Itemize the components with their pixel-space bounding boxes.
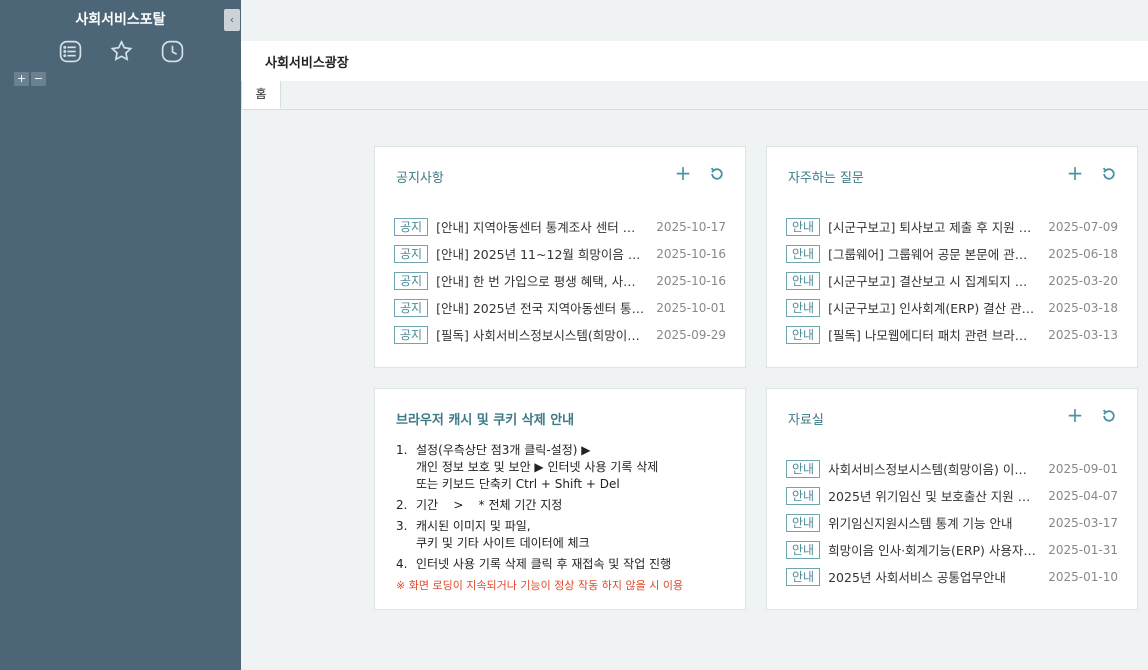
faq-title: 자주하는 질문: [788, 171, 864, 186]
faq-list: 안내 [시군구보고] 퇴사보고 제출 후 지원 관련 문의 2025-07-09 안…: [786, 213, 1118, 348]
notice-badge: 공지: [394, 244, 429, 263]
collapse-all-button[interactable]: −: [31, 72, 46, 86]
library-badge: 안내: [786, 513, 821, 532]
faq-row-title[interactable]: [필독] 나모웹에디터 패치 관련 브라우저 안내: [828, 325, 1048, 344]
notice-add-icon[interactable]: +: [673, 163, 693, 184]
library-title: 자료실: [788, 413, 824, 428]
library-row-title[interactable]: 2025년 사회서비스 공통업무안내: [828, 567, 1048, 586]
library-row-title[interactable]: 희망이음 인사·회계기능(ERP) 사용자 매뉴얼: [828, 540, 1048, 559]
library-row-date: 2025-09-01: [1048, 461, 1118, 476]
notice-row-title[interactable]: [안내] 한 번 가입으로 평생 혜택, 사회서비스 안내: [436, 271, 656, 290]
notice-row-date: 2025-10-17: [656, 219, 726, 234]
notice-row[interactable]: 공지 [안내] 2025년 11~12월 희망이음 교육 일정 안내2025-10…: [394, 240, 726, 267]
faq-row-date: 2025-06-18: [1048, 246, 1118, 261]
faq-row-title[interactable]: [시군구보고] 인사회계(ERP) 결산 관련 문의: [828, 298, 1048, 317]
notice-card: 공지사항 + 공지[안내] 지역아동센터 통계조사 센터 시스템 입력 안내20…: [374, 146, 746, 368]
favorite-star-icon[interactable]: [109, 39, 134, 64]
tree-controls: + −: [14, 72, 46, 86]
library-badge: 안내: [786, 540, 821, 559]
library-row-date: 2025-01-10: [1048, 569, 1118, 584]
faq-row-date: 2025-03-13: [1048, 327, 1118, 342]
faq-row[interactable]: 안내 [필독] 나모웹에디터 패치 관련 브라우저 안내 2025-03-13: [786, 321, 1118, 348]
sidebar-title: 사회서비스포탈: [75, 12, 166, 28]
library-badge: 안내: [786, 567, 821, 586]
faq-row-title[interactable]: [시군구보고] 퇴사보고 제출 후 지원 관련 문의: [828, 217, 1048, 236]
tab-bar: 홈: [241, 81, 1148, 110]
faq-row-title[interactable]: [시군구보고] 결산보고 시 집계되지 않는 경우: [828, 271, 1048, 290]
faq-badge: 안내: [786, 298, 821, 317]
notice-row[interactable]: 공지 [필독] 사회서비스정보시스템(희망이음) 이용 안내2025-09-29: [394, 321, 726, 348]
library-badge: 안내: [786, 459, 821, 478]
library-row-date: 2025-03-17: [1048, 515, 1118, 530]
notice-row-date: 2025-09-29: [656, 327, 726, 342]
library-row-title[interactable]: 2025년 위기임신 및 보호출산 지원 사업안내: [828, 486, 1048, 505]
notice-badge: 공지: [394, 298, 429, 317]
notice-row-date: 2025-10-16: [656, 273, 726, 288]
notice-title: 공지사항: [396, 171, 444, 186]
library-list: 안내 사회서비스정보시스템(희망이음) 이용 매뉴얼 2025-09-01 안내 20…: [786, 455, 1118, 590]
library-row[interactable]: 안내 희망이음 인사·회계기능(ERP) 사용자 매뉴얼 2025-01-31: [786, 536, 1118, 563]
library-row[interactable]: 안내 사회서비스정보시스템(희망이음) 이용 매뉴얼 2025-09-01: [786, 455, 1118, 482]
faq-badge: 안내: [786, 244, 821, 263]
guide-note: ※ 화면 로딩이 지속되거나 기능이 정상 작동 하지 않을 시 이용: [396, 579, 684, 592]
faq-row[interactable]: 안내 [시군구보고] 결산보고 시 집계되지 않는 경우 2025-03-20: [786, 267, 1118, 294]
library-row[interactable]: 안내 위기임신지원시스템 통계 기능 안내 2025-03-17: [786, 509, 1118, 536]
notice-row[interactable]: 공지 [안내] 지역아동센터 통계조사 센터 시스템 입력 안내2025-10-1…: [394, 213, 726, 240]
tab-home[interactable]: 홈: [241, 81, 281, 109]
faq-badge: 안내: [786, 217, 821, 236]
sidebar: 사회서비스포탈 ‹ + −: [0, 0, 241, 670]
notice-refresh-icon[interactable]: [707, 164, 727, 184]
guide-step: 3. 캐시된 이미지 및 파일, 쿠키 및 기타 사이트 데이터에 체크: [396, 519, 590, 550]
expand-all-button[interactable]: +: [14, 72, 29, 86]
library-row-title[interactable]: 위기임신지원시스템 통계 기능 안내: [828, 513, 1048, 532]
faq-row[interactable]: 안내 [시군구보고] 인사회계(ERP) 결산 관련 문의 2025-03-18: [786, 294, 1118, 321]
faq-row[interactable]: 안내 [시군구보고] 퇴사보고 제출 후 지원 관련 문의 2025-07-09: [786, 213, 1118, 240]
notice-row-date: 2025-10-01: [656, 300, 726, 315]
notice-list: 공지[안내] 지역아동센터 통계조사 센터 시스템 입력 안내2025-10-1…: [394, 213, 726, 348]
library-refresh-icon[interactable]: [1099, 406, 1119, 426]
notice-row[interactable]: 공지 [안내] 2025년 전국 지역아동센터 통계조사 안내2025-10-01: [394, 294, 726, 321]
cache-guide-steps: 1. 설정(우측상단 점3개 클릭-설정) ▶ 개인 정보 보호 및 보안 ▶ …: [396, 442, 733, 593]
guide-step: 1. 설정(우측상단 점3개 클릭-설정) ▶ 개인 정보 보호 및 보안 ▶ …: [396, 443, 659, 491]
faq-add-icon[interactable]: +: [1065, 163, 1085, 184]
faq-row-title[interactable]: [그룹웨어] 그룹웨어 공문 본문에 관련 문의: [828, 244, 1048, 263]
library-row-date: 2025-01-31: [1048, 542, 1118, 557]
history-clock-icon[interactable]: [160, 39, 185, 64]
faq-card: 자주하는 질문 + 안내 [시군구보고] 퇴사보고 제출 후 지원 관련 문의 20…: [766, 146, 1138, 368]
faq-refresh-icon[interactable]: [1099, 164, 1119, 184]
library-add-icon[interactable]: +: [1065, 405, 1085, 426]
faq-row-date: 2025-07-09: [1048, 219, 1118, 234]
page-header: 사회서비스광장: [241, 41, 1148, 81]
notice-row-title[interactable]: [안내] 2025년 전국 지역아동센터 통계조사 안내: [436, 298, 656, 317]
notice-row-title[interactable]: [필독] 사회서비스정보시스템(희망이음) 이용 안내: [436, 325, 656, 344]
faq-badge: 안내: [786, 325, 821, 344]
notice-badge: 공지: [394, 271, 429, 290]
notice-row-date: 2025-10-16: [656, 246, 726, 261]
library-row-date: 2025-04-07: [1048, 488, 1118, 503]
sidebar-icon-bar: [58, 39, 185, 64]
library-row[interactable]: 안내 2025년 위기임신 및 보호출산 지원 사업안내 2025-04-07: [786, 482, 1118, 509]
page-title: 사회서비스광장: [265, 56, 349, 71]
faq-row-date: 2025-03-18: [1048, 300, 1118, 315]
notice-row[interactable]: 공지 [안내] 한 번 가입으로 평생 혜택, 사회서비스 안내2025-10-1…: [394, 267, 726, 294]
notice-row-title[interactable]: [안내] 지역아동센터 통계조사 센터 시스템 입력 안내: [436, 217, 656, 236]
guide-step: 2. 기간 > * 전체 기간 지정: [396, 498, 563, 512]
library-row-title[interactable]: 사회서비스정보시스템(희망이음) 이용 매뉴얼: [828, 459, 1048, 478]
notice-badge: 공지: [394, 325, 429, 344]
faq-row[interactable]: 안내 [그룹웨어] 그룹웨어 공문 본문에 관련 문의 2025-06-18: [786, 240, 1118, 267]
faq-row-date: 2025-03-20: [1048, 273, 1118, 288]
sidebar-collapse-button[interactable]: ‹: [224, 9, 240, 31]
notice-badge: 공지: [394, 217, 429, 236]
cache-guide-card: 브라우저 캐시 및 쿠키 삭제 안내 1. 설정(우측상단 점3개 클릭-설정)…: [374, 388, 746, 610]
menu-list-icon[interactable]: [58, 39, 83, 64]
faq-badge: 안내: [786, 271, 821, 290]
library-card: 자료실 + 안내 사회서비스정보시스템(희망이음) 이용 매뉴얼 2025-09-0…: [766, 388, 1138, 610]
guide-step: 4. 인터넷 사용 기록 삭제 클릭 후 재접속 및 작업 진행: [396, 557, 672, 571]
library-row[interactable]: 안내 2025년 사회서비스 공통업무안내 2025-01-10: [786, 563, 1118, 590]
library-badge: 안내: [786, 486, 821, 505]
notice-row-title[interactable]: [안내] 2025년 11~12월 희망이음 교육 일정 안내: [436, 244, 656, 263]
cache-guide-title: 브라우저 캐시 및 쿠키 삭제 안내: [396, 413, 575, 428]
